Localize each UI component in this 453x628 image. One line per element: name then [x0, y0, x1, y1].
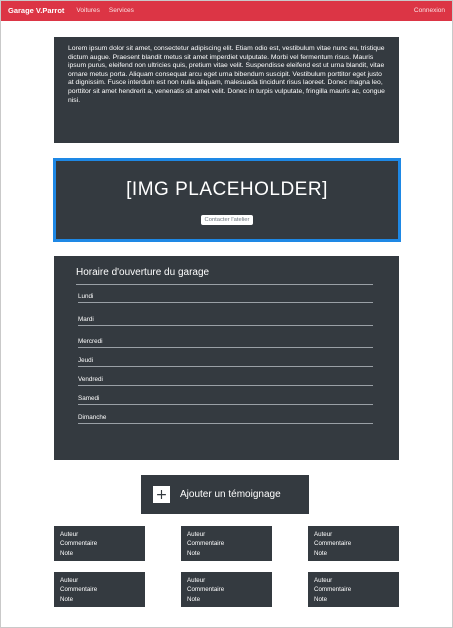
- day-row-jeudi: Jeudi: [78, 357, 373, 367]
- testimonial-rating: Note: [314, 595, 328, 603]
- intro-text: Lorem ipsum dolor sit amet, consectetur …: [68, 45, 385, 104]
- opening-hours-title-divider: [76, 284, 373, 285]
- testimonial-comment: Commentaire: [187, 586, 225, 594]
- login-link[interactable]: Connexion: [414, 7, 445, 14]
- testimonial-rating: Note: [314, 549, 328, 557]
- testimonial-card: Auteur Commentaire Note: [54, 526, 145, 561]
- add-testimonial-label: Ajouter un témoignage: [180, 489, 281, 500]
- testimonial-author: Auteur: [187, 577, 206, 584]
- hero-image-placeholder: [IMG PLACEHOLDER]: [126, 179, 328, 200]
- top-navbar: Garage V.Parrot Voitures Services Connex…: [0, 0, 453, 21]
- testimonial-comment: Commentaire: [60, 540, 98, 548]
- testimonial-card: Auteur Commentaire Note: [54, 572, 145, 607]
- testimonial-comment: Commentaire: [187, 540, 225, 548]
- testimonial-rating: Note: [187, 595, 201, 603]
- day-row-mercredi: Mercredi: [78, 338, 373, 348]
- day-row-mardi: Mardi: [78, 316, 373, 326]
- testimonial-author: Auteur: [60, 577, 79, 584]
- hero-section: [IMG PLACEHOLDER] Contacter l'atelier: [53, 158, 401, 242]
- testimonial-card: Auteur Commentaire Note: [308, 572, 399, 607]
- testimonial-author: Auteur: [314, 577, 333, 584]
- testimonial-card: Auteur Commentaire Note: [181, 526, 272, 561]
- day-row-lundi: Lundi: [78, 293, 373, 303]
- testimonial-comment: Commentaire: [314, 540, 352, 548]
- opening-hours-title: Horaire d'ouverture du garage: [76, 267, 210, 278]
- plus-icon: +: [153, 486, 170, 503]
- brand-link[interactable]: Garage V.Parrot: [8, 6, 64, 15]
- testimonial-author: Auteur: [60, 531, 79, 538]
- testimonial-rating: Note: [60, 595, 74, 603]
- testimonial-comment: Commentaire: [314, 586, 352, 594]
- testimonial-rating: Note: [60, 549, 74, 557]
- opening-hours-section: Horaire d'ouverture du garage Lundi Mard…: [54, 256, 399, 460]
- testimonial-comment: Commentaire: [60, 586, 98, 594]
- day-row-samedi: Samedi: [78, 395, 373, 405]
- nav-link-voitures[interactable]: Voitures: [76, 7, 100, 14]
- testimonial-card: Auteur Commentaire Note: [181, 572, 272, 607]
- testimonial-author: Auteur: [187, 531, 206, 538]
- testimonial-card: Auteur Commentaire Note: [308, 526, 399, 561]
- testimonial-rating: Note: [187, 549, 201, 557]
- testimonial-author: Auteur: [314, 531, 333, 538]
- day-row-dimanche: Dimanche: [78, 414, 373, 424]
- day-row-vendredi: Vendredi: [78, 376, 373, 386]
- add-testimonial-button[interactable]: + Ajouter un témoignage: [141, 475, 309, 514]
- nav-link-services[interactable]: Services: [109, 7, 134, 14]
- intro-section: Lorem ipsum dolor sit amet, consectetur …: [54, 37, 399, 143]
- contact-workshop-button[interactable]: Contacter l'atelier: [200, 215, 254, 225]
